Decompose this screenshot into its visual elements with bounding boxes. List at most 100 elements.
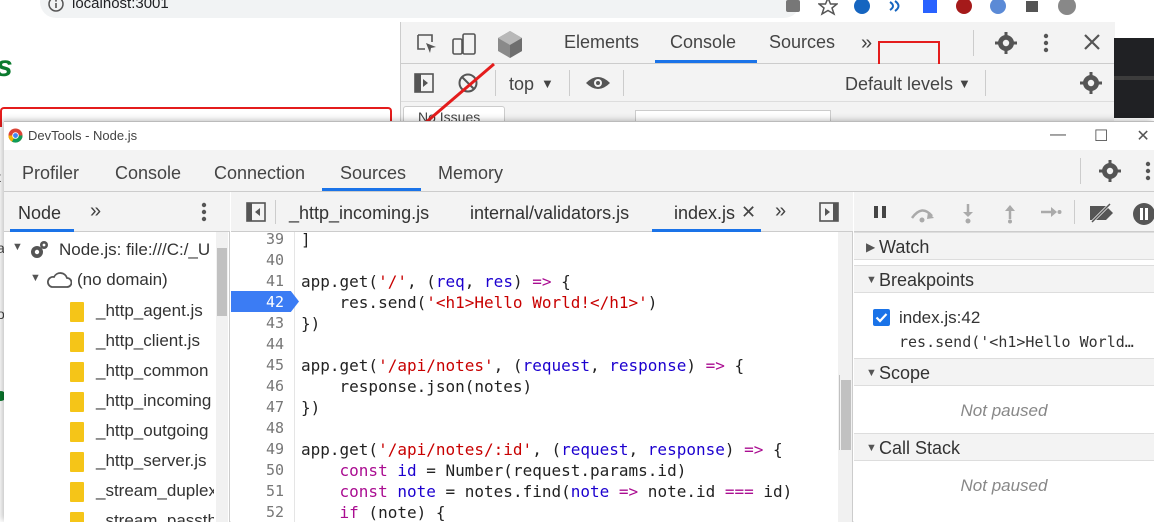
info-icon[interactable] <box>48 0 64 12</box>
file-name: _stream_duplex <box>96 481 214 500</box>
tab-memory[interactable]: Memory <box>438 163 503 184</box>
code-line: response.json(notes) <box>301 377 533 396</box>
file-name: _stream_passth <box>96 511 214 522</box>
deactivate-breakpoints-icon[interactable] <box>1086 202 1116 224</box>
expand-triangle-icon[interactable]: ▼ <box>30 272 41 284</box>
gear-icon[interactable] <box>994 31 1018 55</box>
editor-tab-active[interactable]: index.js <box>674 203 735 224</box>
toggle-debugger-icon[interactable] <box>818 201 840 223</box>
pause-on-exceptions-icon[interactable] <box>1132 202 1154 226</box>
tab-sources[interactable]: Sources <box>340 163 406 184</box>
step-icon[interactable] <box>1038 202 1062 222</box>
navigator-header: Node » <box>4 192 230 232</box>
line-number: 47 <box>265 398 284 416</box>
translate-icon[interactable] <box>784 0 804 16</box>
window-title: DevTools - Node.js <box>28 128 138 143</box>
line-number: 46 <box>265 377 284 395</box>
console-settings-gear-icon[interactable] <box>1079 71 1103 95</box>
file-item[interactable]: _stream_duplex <box>4 478 214 508</box>
divider <box>985 70 986 96</box>
puzzle-icon[interactable] <box>1022 0 1042 16</box>
close-tab-icon[interactable]: ✕ <box>741 202 756 223</box>
nodejs-icon[interactable] <box>495 29 525 59</box>
toggle-navigator-icon[interactable] <box>245 201 267 223</box>
maximize-icon[interactable]: ☐ <box>1094 126 1108 146</box>
tab-console[interactable]: Console <box>670 32 736 53</box>
editor-tab[interactable]: _http_incoming.js <box>289 203 429 224</box>
file-name: _http_client.js <box>96 331 200 350</box>
tab-elements[interactable]: Elements <box>564 32 639 53</box>
step-out-icon[interactable] <box>1000 202 1020 224</box>
editor-tab[interactable]: internal/validators.js <box>470 203 629 224</box>
scope-section-header[interactable]: ▼ Scope <box>854 358 1154 386</box>
browser-devtools: Elements Console Sources » top ▼ De <box>400 22 1115 140</box>
file-item[interactable]: _stream_passth <box>4 508 214 522</box>
tab-node[interactable]: Node <box>18 203 61 224</box>
window-titlebar: DevTools - Node.js — ☐ ✕ <box>4 122 1154 150</box>
more-tabs-button[interactable]: » <box>861 32 872 55</box>
line-number: 43 <box>265 314 284 332</box>
more-tabs-button[interactable]: » <box>775 200 786 223</box>
call-stack-section-header[interactable]: ▼ Call Stack <box>854 433 1154 461</box>
line-number-gutter[interactable]: 39 40 41 42 43 44 45 46 47 48 49 50 51 5… <box>231 230 299 522</box>
file-icon <box>70 392 84 412</box>
tab-console[interactable]: Console <box>115 163 181 184</box>
line-number: 42 <box>265 293 284 311</box>
extension-wave-icon[interactable] <box>886 0 906 16</box>
extension-globe-icon[interactable] <box>852 0 872 16</box>
breakpoint-checkbox[interactable] <box>873 309 890 326</box>
device-toolbar-icon[interactable] <box>451 31 477 57</box>
file-item[interactable]: _http_incoming <box>4 388 214 418</box>
file-icon <box>70 422 84 442</box>
divider <box>569 70 570 96</box>
address-text[interactable]: localhost:3001 <box>72 0 169 12</box>
context-selector[interactable]: top <box>509 74 534 95</box>
more-tabs-button[interactable]: » <box>90 200 101 223</box>
line-number: 51 <box>265 482 284 500</box>
line-number: 41 <box>265 272 284 290</box>
chevron-down-icon[interactable]: ▼ <box>541 76 554 91</box>
tab-sources[interactable]: Sources <box>769 32 835 53</box>
extension-edit-icon[interactable] <box>920 0 940 16</box>
window-close-icon[interactable]: ✕ <box>1136 126 1149 146</box>
log-levels-dropdown[interactable]: Default levels <box>845 74 953 95</box>
step-over-icon[interactable] <box>908 202 936 224</box>
kebab-menu-icon[interactable] <box>1042 31 1050 55</box>
tab-profiler[interactable]: Profiler <box>22 163 79 184</box>
inspect-element-icon[interactable] <box>415 32 439 56</box>
chevron-down-icon[interactable]: ▼ <box>958 76 971 91</box>
active-tab-indicator <box>655 60 757 63</box>
scrollbar-thumb[interactable] <box>217 248 227 316</box>
breakpoint-item[interactable]: index.js:42 res.send('<h1>Hello World… <box>854 293 1154 357</box>
line-number: 39 <box>265 230 284 248</box>
file-item[interactable]: _http_server.js <box>4 448 214 478</box>
file-item[interactable]: _http_outgoing <box>4 418 214 448</box>
file-item[interactable]: _http_client.js <box>4 328 214 358</box>
extension-icons <box>784 0 1076 16</box>
extension-drop-icon[interactable] <box>988 0 1008 16</box>
file-name: _http_agent.js <box>96 301 203 320</box>
step-into-icon[interactable] <box>958 202 978 224</box>
expand-triangle-icon: ▶ <box>866 240 876 254</box>
file-item[interactable]: _http_common <box>4 358 214 388</box>
code-line: }) <box>301 314 321 333</box>
pause-icon[interactable] <box>870 202 890 222</box>
eye-icon[interactable] <box>585 73 611 93</box>
scrollbar-thumb[interactable] <box>841 380 851 450</box>
star-icon[interactable] <box>818 0 838 16</box>
extension-shield-icon[interactable] <box>954 0 974 16</box>
kebab-menu-icon[interactable] <box>1144 159 1152 183</box>
tab-connection[interactable]: Connection <box>214 163 305 184</box>
profile-avatar[interactable] <box>1056 0 1076 16</box>
breakpoints-section-header[interactable]: ▼ Breakpoints <box>854 265 1154 293</box>
close-icon[interactable] <box>1081 31 1103 53</box>
debugger-scrollbar[interactable] <box>840 232 852 522</box>
settings-gear-icon[interactable] <box>1098 159 1122 183</box>
expand-triangle-icon[interactable]: ▼ <box>12 241 23 253</box>
line-number: 52 <box>265 503 284 521</box>
code-area[interactable]: ] app.get('/', (req, res) => { res.send(… <box>295 232 838 522</box>
kebab-menu-icon[interactable] <box>200 200 208 224</box>
file-item[interactable]: _http_agent.js <box>4 298 214 328</box>
minimize-icon[interactable]: — <box>1050 126 1066 146</box>
watch-section-header[interactable]: ▶ Watch <box>854 232 1154 260</box>
